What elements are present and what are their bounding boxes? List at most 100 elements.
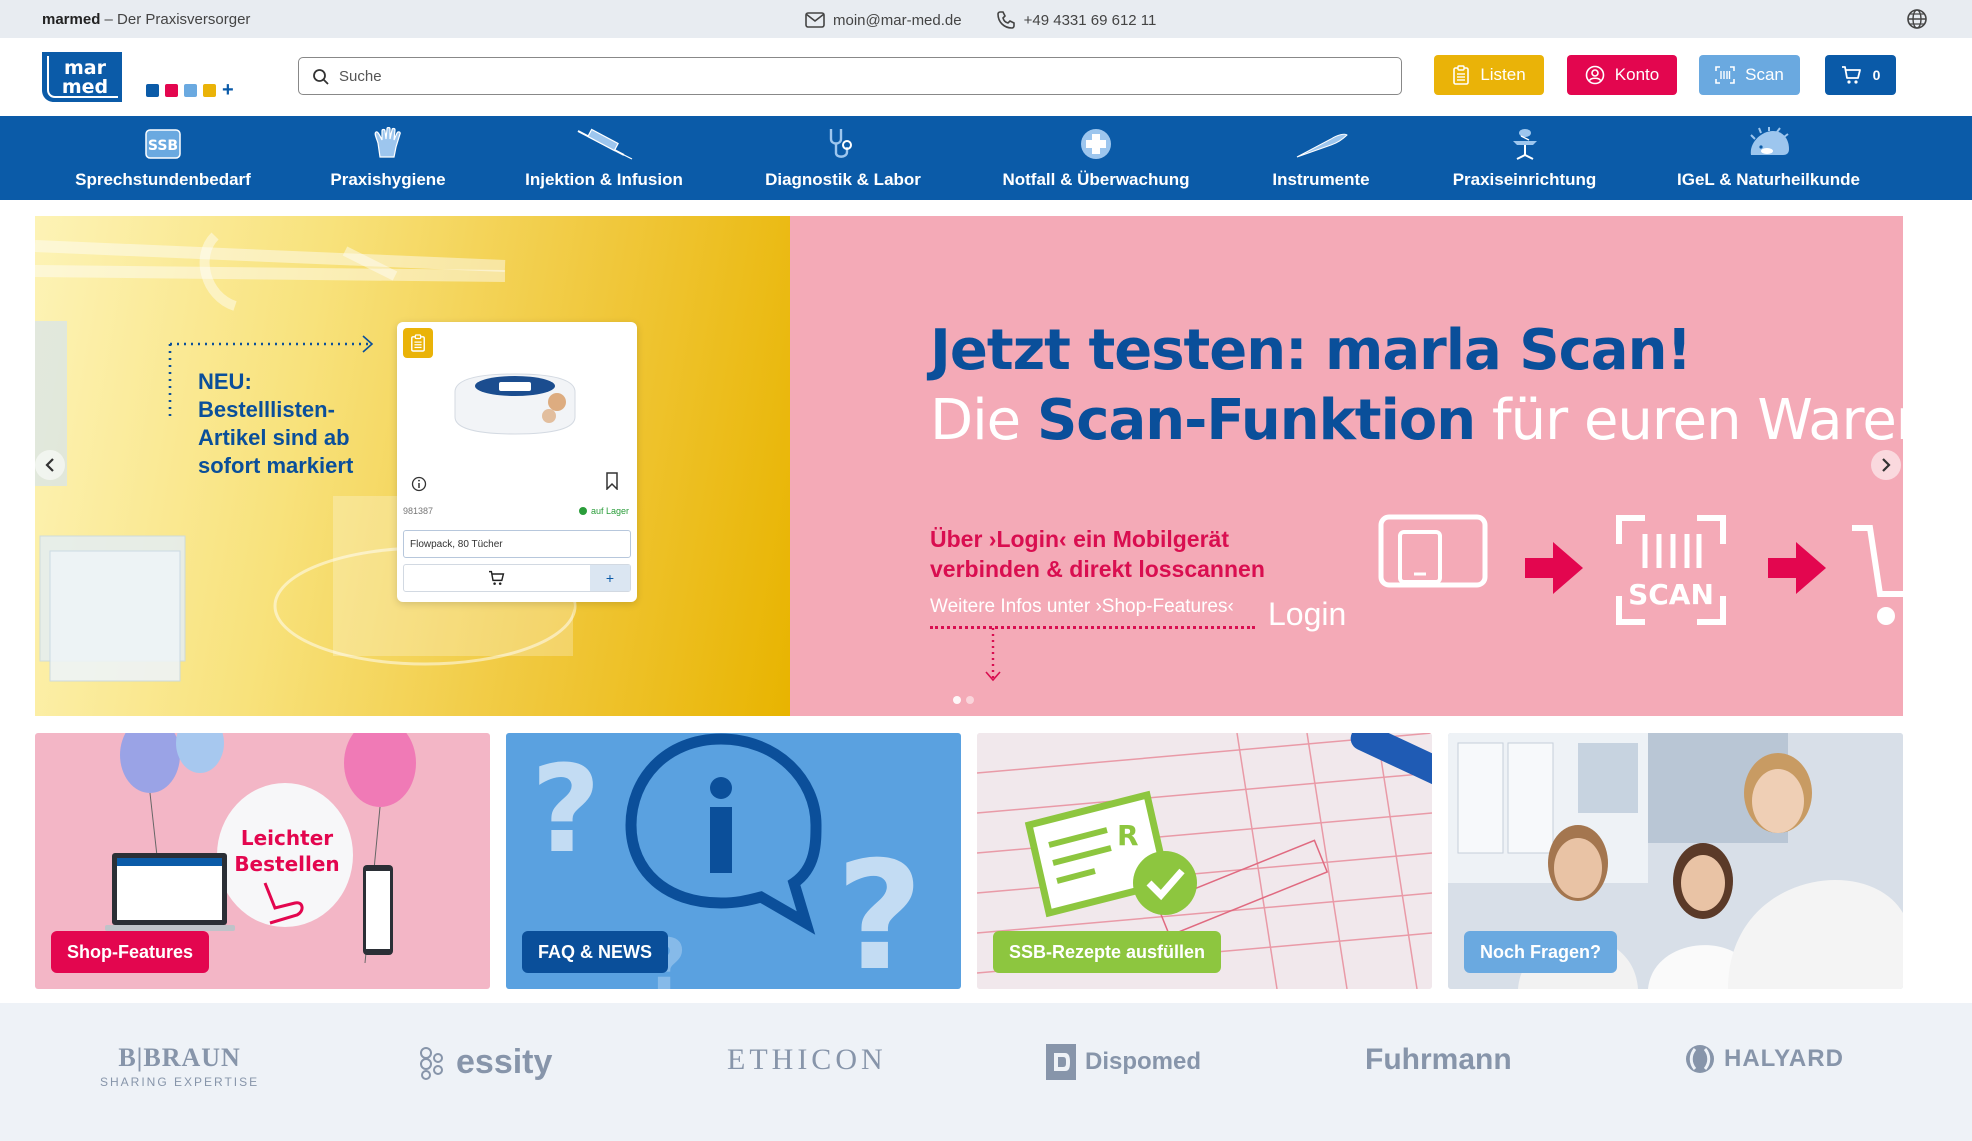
contact-info: moin@mar-med.de +49 4331 69 612 11 — [805, 10, 1156, 30]
listen-label: Listen — [1480, 65, 1526, 84]
stock-label: auf Lager — [590, 506, 629, 516]
nav-item-sprechstundenbedarf[interactable]: SSB Sprechstundenbedarf — [72, 126, 254, 190]
konto-button[interactable]: Konto — [1567, 55, 1677, 95]
svg-text:Leichter: Leichter — [241, 826, 333, 850]
cart-count: 0 — [1872, 67, 1881, 83]
neu-line: sofort markiert — [198, 453, 354, 478]
carousel-dot-active[interactable] — [953, 696, 961, 704]
scan-headline: Jetzt testen: marla Scan! Die Scan-Funkt… — [930, 316, 1903, 456]
syringe-icon — [577, 128, 633, 160]
tile-label: FAQ & NEWS — [522, 931, 669, 973]
chevron-right-icon — [1882, 458, 1891, 472]
tile-ssb-rezepte[interactable]: R SSB-Rezepte ausfüllen — [977, 733, 1432, 989]
header: mar med + Listen Konto Scan 0 — [0, 38, 1972, 116]
nav-item-igel-naturheilkunde[interactable]: IGeL & Naturheilkunde — [1671, 126, 1866, 190]
nav-item-praxishygiene[interactable]: Praxishygiene — [323, 126, 453, 190]
headline-line2: Die Scan-Funktion für euren Warenko — [930, 386, 1903, 456]
top-bar: marmed – Der Praxisversorger moin@mar-me… — [0, 0, 1972, 38]
email-link[interactable]: moin@mar-med.de — [833, 12, 962, 29]
brand-ethicon[interactable]: ETHICON — [727, 1043, 887, 1077]
barcode-scan-icon — [1715, 66, 1735, 84]
buy-row: + — [403, 564, 631, 592]
tile-shop-features[interactable]: Leichter Bestellen Shop-Features — [35, 733, 490, 989]
headline-line1: Jetzt testen: marla Scan! — [930, 318, 1692, 383]
tile-label: Shop-Features — [51, 931, 210, 973]
exam-chair-icon — [1512, 129, 1537, 160]
svg-text:R: R — [1117, 819, 1139, 852]
hedgehog-icon — [1749, 127, 1789, 155]
hero-slide-marla-scan[interactable]: Jetzt testen: marla Scan! Die Scan-Funkt… — [790, 216, 1903, 716]
tile-faq-news[interactable]: ? ? ? FAQ & NEWS — [506, 733, 961, 989]
brand-dispomed[interactable]: Dispomed — [1045, 1043, 1201, 1081]
clipboard-icon — [1453, 65, 1470, 85]
scan-label: Scan — [1745, 65, 1784, 84]
search-icon — [313, 69, 329, 85]
nav-item-notfall-ueberwachung[interactable]: Notfall & Überwachung — [997, 126, 1195, 190]
tile-label: SSB-Rezepte ausfüllen — [993, 931, 1222, 973]
headline-post: für euren Warenko — [1491, 388, 1903, 453]
tagline: – Der Praxisversorger — [104, 11, 251, 28]
list-clipboard-badge — [403, 328, 433, 358]
nav-label: Praxishygiene — [330, 170, 446, 189]
scan-button[interactable]: Scan — [1699, 55, 1800, 95]
carousel-prev-button[interactable] — [35, 450, 65, 480]
marmed-logo-icon: mar med — [42, 52, 122, 102]
konto-label: Konto — [1614, 65, 1660, 84]
arrow-right-icon — [1525, 542, 1583, 594]
hero-slide-bestelllisten[interactable]: NEU: Bestelllisten- Artikel sind ab sofo… — [35, 216, 790, 716]
neu-line: Artikel sind ab — [198, 425, 350, 450]
svg-text:SSB: SSB — [148, 138, 178, 154]
nav-item-praxiseinrichtung[interactable]: Praxiseinrichtung — [1447, 126, 1602, 190]
listen-button[interactable]: Listen — [1434, 55, 1544, 95]
carousel-dots — [953, 696, 974, 704]
phone-icon — [996, 11, 1015, 29]
bookmark-icon — [606, 472, 618, 490]
category-nav: SSB Sprechstundenbedarf Praxishygiene In… — [0, 116, 1972, 200]
brand-fuhrmann[interactable]: Fuhrmann — [1365, 1043, 1512, 1077]
cart-icon — [489, 570, 505, 585]
scan-subtext: Über ›Login‹ ein Mobilgerät verbinden & … — [930, 524, 1265, 584]
neu-line: NEU: — [198, 369, 252, 394]
brand-tagline: marmed – Der Praxisversorger — [42, 11, 250, 28]
phone-link[interactable]: +49 4331 69 612 11 — [1024, 12, 1157, 29]
brand-halyard[interactable]: HALYARD — [1684, 1043, 1844, 1075]
globe-icon[interactable] — [1906, 8, 1928, 30]
nav-item-diagnostik-labor[interactable]: Diagnostik & Labor — [762, 126, 924, 190]
wipes-product-image — [454, 373, 576, 435]
carousel-dot[interactable] — [966, 696, 974, 704]
cart-button[interactable]: 0 — [1825, 55, 1896, 95]
nav-item-instrumente[interactable]: Instrumente — [1267, 126, 1375, 190]
info-icon — [411, 476, 427, 492]
brand-bbraun-wordmark: B|BRAUN — [118, 1043, 241, 1072]
logo[interactable]: mar med — [42, 52, 122, 102]
carousel-next-button[interactable] — [1871, 450, 1901, 480]
nav-label: Diagnostik & Labor — [765, 170, 921, 189]
search-input[interactable] — [339, 67, 1401, 85]
halyard-mark-icon — [1686, 1045, 1714, 1073]
brand-essity-wordmark: essity — [456, 1043, 553, 1081]
cart-outline-icon — [1852, 525, 1903, 625]
user-icon — [1585, 65, 1605, 85]
svg-text:Bestellen: Bestellen — [234, 852, 339, 876]
essity-mark-icon — [420, 1046, 443, 1080]
neu-bestelllisten-text: NEU: Bestelllisten- Artikel sind ab sofo… — [198, 368, 353, 480]
arrow-right-icon — [1768, 542, 1826, 594]
clipboard-icon — [411, 334, 425, 352]
svg-text:SCAN: SCAN — [1628, 578, 1714, 611]
mail-icon — [805, 12, 825, 28]
product-card-preview: 981387 auf Lager Flowpack, 80 Tücher + — [397, 322, 637, 602]
brand-bbraun-tagline: SHARING EXPERTISE — [100, 1075, 260, 1089]
nav-label: Instrumente — [1272, 170, 1370, 189]
search-bar[interactable] — [298, 57, 1402, 95]
headline-pre: Die — [930, 388, 1037, 453]
brand-bbraun[interactable]: B|BRAUN SHARING EXPERTISE — [100, 1043, 259, 1089]
brand-logo-strip: B|BRAUN SHARING EXPERTISE essity ETHICON… — [0, 1003, 1972, 1141]
variant-select: Flowpack, 80 Tücher — [403, 530, 631, 558]
brand-essity[interactable]: essity — [418, 1043, 552, 1082]
svg-text:med: med — [62, 76, 108, 98]
scalpel-icon — [1296, 133, 1348, 158]
plus-icon: + — [590, 565, 630, 591]
tile-noch-fragen[interactable]: Noch Fragen? — [1448, 733, 1903, 989]
nav-item-injektion-infusion[interactable]: Injektion & Infusion — [519, 126, 689, 190]
shop-features-link[interactable]: Weitere Infos unter ›Shop-Features‹ — [930, 596, 1234, 618]
